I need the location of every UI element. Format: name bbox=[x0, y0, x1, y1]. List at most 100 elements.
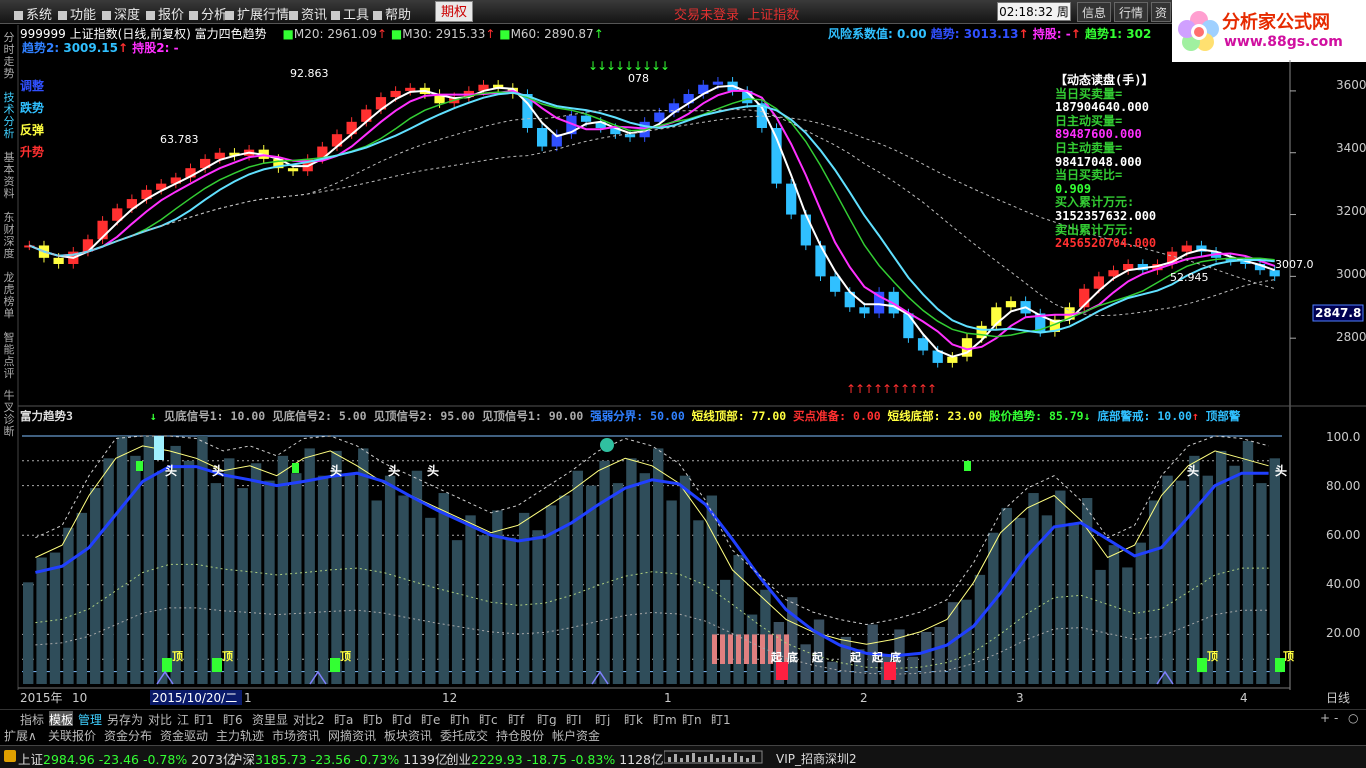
panel-label: 买入累计万元: bbox=[1055, 195, 1135, 210]
sub-bar bbox=[679, 475, 691, 684]
candle-body bbox=[536, 128, 548, 147]
extension-tab[interactable]: 市场资讯 bbox=[272, 727, 320, 744]
indicator-label: 强弱分界: bbox=[590, 409, 644, 423]
sub-bar bbox=[1122, 567, 1133, 684]
panel-value: 187904640.000 bbox=[1055, 100, 1149, 115]
candle-body bbox=[917, 338, 929, 351]
green-block bbox=[1197, 658, 1207, 672]
extension-tab[interactable]: 持仓股份 bbox=[496, 727, 544, 744]
candle-body bbox=[712, 81, 724, 85]
red-block bbox=[884, 662, 896, 680]
index-ticker-sh[interactable]: 上证2984.96 -23.46 -0.78% 2073亿 bbox=[18, 749, 236, 768]
sub-bar bbox=[1108, 545, 1120, 684]
sub-bar bbox=[666, 500, 677, 684]
period-label[interactable]: 日线 bbox=[1326, 691, 1350, 705]
cyan-block bbox=[154, 436, 164, 460]
candle-body bbox=[786, 183, 797, 215]
panel-label: 当日买卖量= bbox=[1055, 86, 1123, 101]
peak-annotation: 3007.0 bbox=[1275, 258, 1314, 271]
rise-mark: 起 bbox=[770, 650, 783, 664]
y-tick: 3000 bbox=[1336, 267, 1366, 281]
indicator-value: 10.00 bbox=[1157, 409, 1192, 423]
indicator-value: 0.00 bbox=[853, 409, 881, 423]
sub-red-bar bbox=[752, 634, 757, 664]
panel-value: 2456520704.000 bbox=[1055, 236, 1157, 251]
sub-chart-header: 富力趋势3 ↓ 见底信号1: 10.00 见底信号2: 5.00 见顶信号2: … bbox=[20, 409, 1241, 423]
ticker-percent: -0.83% bbox=[570, 752, 616, 767]
extension-tab[interactable]: 资金驱动 bbox=[160, 727, 208, 744]
extension-tab[interactable]: 资金分布 bbox=[104, 727, 152, 744]
app-window: 系统 功能 深度 报价 分析 扩展行情 资讯 工具 帮助 期权 交易未登录 上证… bbox=[0, 0, 1366, 768]
ticker-name: 创业 bbox=[446, 752, 472, 767]
green-block bbox=[212, 658, 222, 672]
sub-bar bbox=[1014, 517, 1026, 684]
sub-bar bbox=[1269, 458, 1280, 684]
extension-tab[interactable]: 关联报价 bbox=[48, 727, 96, 744]
index-ticker-cy[interactable]: 创业2229.93 -18.75 -0.83% 1128亿 bbox=[446, 749, 664, 768]
green-block bbox=[162, 658, 172, 672]
sub-bar bbox=[1148, 500, 1160, 684]
sub-bar bbox=[961, 599, 972, 684]
activity-bars-icon bbox=[664, 750, 763, 764]
head-mark: 头 bbox=[330, 463, 342, 478]
sub-bar bbox=[210, 483, 222, 684]
panel-title: 【动态读盘(手)】 bbox=[1055, 73, 1154, 87]
hold2-label: 持股2: bbox=[132, 41, 170, 55]
sub-bar bbox=[1095, 569, 1106, 684]
indicator-label: 买点准备: bbox=[793, 409, 847, 423]
extension-tab[interactable]: 扩展∧ bbox=[4, 727, 37, 744]
red-block bbox=[776, 662, 788, 680]
indicator-value: 23.00 bbox=[947, 409, 983, 423]
x-label: 3 bbox=[1016, 691, 1024, 705]
legend-rebound: 反弹 bbox=[20, 123, 45, 137]
ticker-change: -23.46 bbox=[98, 752, 139, 767]
head-mark: 头 bbox=[1187, 463, 1199, 478]
sub-bar bbox=[974, 574, 986, 684]
extension-tab[interactable]: 帐户资金 bbox=[552, 727, 600, 744]
indicator-label: 短线底部: bbox=[887, 409, 941, 423]
sub-bar bbox=[572, 470, 583, 684]
sub-y-tick: 60.00 bbox=[1326, 528, 1360, 542]
signal-value: 90.00 bbox=[548, 409, 584, 423]
x-cursor-label: 2015/10/20/二 bbox=[152, 691, 237, 705]
sub-chart-name[interactable]: 富力趋势3 bbox=[20, 409, 73, 423]
sub-y-tick: 20.00 bbox=[1326, 626, 1360, 640]
signal-value: 10.00 bbox=[230, 409, 266, 423]
sub-bar bbox=[438, 493, 449, 684]
home-icon[interactable] bbox=[4, 750, 16, 762]
main-y-axis: 3600 3400 3200 3000 2800 bbox=[1336, 78, 1366, 344]
sub-bar bbox=[291, 473, 302, 684]
head-mark: 头 bbox=[165, 463, 177, 478]
zoom-control[interactable]: + bbox=[1320, 711, 1330, 725]
ticker-change: -23.56 bbox=[310, 752, 351, 767]
zoom-control[interactable]: ○ bbox=[1348, 711, 1358, 725]
sub-bar bbox=[1001, 507, 1012, 684]
sub-bar bbox=[921, 631, 932, 684]
dynamic-reading-panel: 【动态读盘(手)】 当日买卖量= 187904640.000 日主动买量= 89… bbox=[1055, 73, 1175, 251]
vip-server[interactable]: VIP_招商深圳2 bbox=[776, 750, 857, 767]
sub-bar bbox=[250, 463, 262, 684]
extension-tab[interactable]: 主力轨迹 bbox=[216, 727, 264, 744]
formula-name[interactable]: 富力四色趋势 bbox=[195, 27, 267, 41]
legend-adjust: 调整 bbox=[20, 79, 45, 93]
extension-tab[interactable]: 板块资讯 bbox=[384, 727, 432, 744]
sub-bar bbox=[505, 537, 516, 684]
extension-tab[interactable]: 网摘资讯 bbox=[328, 727, 376, 744]
ma-label: M60: bbox=[510, 27, 541, 41]
sub-bar bbox=[1055, 490, 1066, 684]
sub-bar bbox=[532, 530, 543, 684]
extension-tab[interactable]: 委托成交 bbox=[440, 727, 488, 744]
candle-body bbox=[287, 168, 299, 172]
sub-bar bbox=[907, 656, 919, 684]
head-mark: 头 bbox=[1275, 463, 1287, 478]
candle-body bbox=[800, 214, 811, 246]
indicator-toolbar: 指标 模板 管理 另存为 对比江盯1 盯6 资里显 对比2 盯a 盯b 盯d 盯e 盯h 盯c 盯f 盯g 盯I… bbox=[0, 709, 1366, 728]
candle-body bbox=[830, 276, 841, 292]
sub-bar bbox=[197, 436, 208, 684]
rise-mark: 起 bbox=[871, 650, 884, 664]
index-ticker-hs[interactable]: 沪深3185.73 -23.56 -0.73% 1139亿 bbox=[230, 749, 448, 768]
signal-label: 见顶信号2: bbox=[373, 409, 434, 423]
green-block bbox=[136, 461, 143, 471]
zoom-control[interactable]: - bbox=[1334, 711, 1338, 725]
x-label: 12 bbox=[442, 691, 457, 705]
